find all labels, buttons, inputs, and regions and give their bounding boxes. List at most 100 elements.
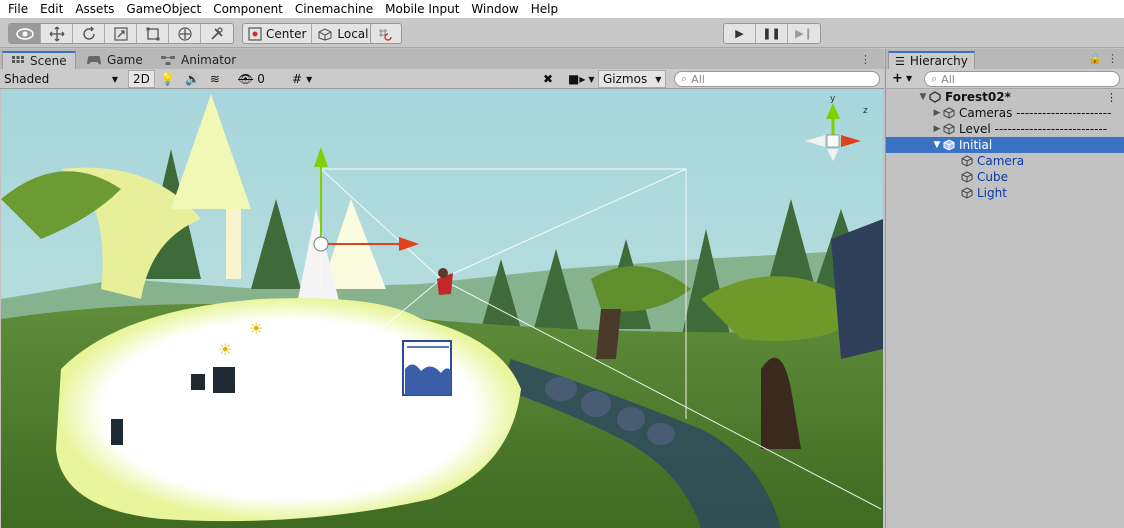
svg-text:☀: ☀ [218, 340, 232, 359]
hierarchy-item-label: Light [977, 186, 1007, 200]
effects-toggle-icon[interactable]: ≋ [210, 72, 220, 86]
prefab-icon [942, 138, 956, 152]
rect-tool-button[interactable] [137, 24, 169, 43]
menu-cinemachine[interactable]: Cinemachine [289, 0, 379, 18]
rotate-tool-button[interactable] [73, 24, 105, 43]
pause-icon: ❚❚ [762, 27, 781, 40]
camera-icon: ■▸ [568, 72, 586, 86]
move-icon [49, 26, 64, 41]
lock-icon[interactable]: 🔒 [1088, 52, 1102, 65]
wrench-icon [211, 26, 223, 40]
scene-search-wrap: ⌕ All [674, 70, 880, 88]
hierarchy-search-placeholder: All [941, 72, 955, 86]
rotate-icon [82, 26, 95, 40]
local-space-icon [318, 27, 332, 41]
gameobject-icon [960, 154, 974, 168]
play-button[interactable]: ▶ [724, 24, 756, 43]
grid-snap-button[interactable] [371, 24, 401, 43]
pivot-mode-label: Center [266, 26, 307, 41]
hierarchy-tab-strip: ☰ Hierarchy 🔒 ⋮ [886, 49, 1124, 69]
expand-arrow-icon[interactable]: ▼ [932, 140, 942, 150]
custom-tool-button[interactable] [201, 24, 233, 43]
gameobject-icon [960, 170, 974, 184]
hierarchy-toolbar: + ▼ ⌕ All [886, 69, 1124, 89]
hierarchy-item-label: Cube [977, 170, 1008, 184]
mode-2d-toggle[interactable]: 2D [128, 70, 155, 88]
pivot-rotation-button[interactable]: Local [312, 24, 373, 43]
pivot-mode-button[interactable]: Center [243, 24, 313, 43]
hidden-objects-toggle[interactable]: 👁 0 [238, 70, 265, 88]
hierarchy-row-level[interactable]: ▶ Level -------------------------- [886, 121, 1124, 137]
collapse-arrow-icon[interactable]: ▶ [932, 124, 942, 134]
expand-arrow-icon[interactable]: ▼ [918, 92, 928, 102]
gameobject-icon [942, 106, 956, 120]
scene-menu-icon[interactable]: ⋮ [1106, 91, 1117, 104]
rect-icon [146, 27, 159, 40]
hidden-eye-icon: 👁 [238, 72, 254, 86]
gameobject-icon [960, 186, 974, 200]
shading-mode-dropdown[interactable]: Shaded ▼ [4, 70, 122, 88]
tab-animator-label: Animator [181, 53, 237, 67]
step-icon: ▶❙ [795, 27, 813, 40]
hierarchy-row-initial[interactable]: ▼ Initial [886, 137, 1124, 153]
eye-icon [15, 27, 34, 40]
search-icon: ⌕ [931, 72, 938, 85]
snap-group [370, 23, 402, 44]
audio-toggle-icon[interactable]: 🔊 [185, 72, 200, 86]
view-tool-button[interactable] [9, 24, 41, 43]
step-button[interactable]: ▶❙ [788, 24, 820, 43]
snap-icon [379, 28, 392, 41]
hidden-count: 0 [257, 72, 265, 86]
menu-mobile-input[interactable]: Mobile Input [379, 0, 465, 18]
gizmos-dropdown[interactable]: Gizmos ▼ [598, 70, 667, 88]
game-icon [87, 56, 101, 65]
pivot-center-icon [248, 26, 262, 41]
menu-assets[interactable]: Assets [69, 0, 120, 18]
tab-scene-label: Scene [30, 54, 67, 68]
hierarchy-menu-icon[interactable]: ⋮ [1107, 52, 1118, 65]
chevron-down-icon[interactable]: ▼ [906, 74, 912, 83]
camera-settings-dropdown[interactable]: ■▸ ▼ [568, 70, 595, 88]
pause-button[interactable]: ❚❚ [756, 24, 788, 43]
scene-viewport[interactable]: ☀ ☀ y z [1, 89, 883, 528]
tab-scene[interactable]: Scene [2, 51, 76, 69]
collapse-arrow-icon[interactable]: ▶ [932, 108, 942, 118]
hierarchy-row-camera[interactable]: Camera [886, 153, 1124, 169]
chevron-down-icon: ▼ [588, 74, 595, 84]
tab-hierarchy[interactable]: ☰ Hierarchy [888, 51, 975, 69]
menu-help[interactable]: Help [525, 0, 564, 18]
scale-tool-button[interactable] [105, 24, 137, 43]
scene-search-placeholder: All [691, 72, 705, 86]
menu-file[interactable]: File [2, 0, 34, 18]
move-tool-button[interactable] [41, 24, 73, 43]
tools-icon[interactable]: ✖ [543, 70, 553, 88]
scene-search-input[interactable]: ⌕ All [674, 71, 880, 87]
cube-gizmo [402, 340, 452, 396]
hierarchy-row-cameras[interactable]: ▶ Cameras ---------------------- [886, 105, 1124, 121]
grid-toggle[interactable]: # ▼ [292, 70, 312, 88]
scene-name: Forest02* [945, 90, 1011, 104]
play-controls: ▶ ❚❚ ▶❙ [723, 23, 821, 44]
menu-edit[interactable]: Edit [34, 0, 69, 18]
scene-tab-menu-icon[interactable]: ⋮ [860, 53, 871, 66]
menu-gameobject[interactable]: GameObject [120, 0, 207, 18]
scene-root-row[interactable]: ▼ Forest02* ⋮ [886, 89, 1124, 105]
tab-game[interactable]: Game [78, 51, 151, 69]
hierarchy-row-cube[interactable]: Cube [886, 169, 1124, 185]
transform-tool-button[interactable] [169, 24, 201, 43]
tab-animator[interactable]: Animator [152, 51, 244, 69]
create-add-icon[interactable]: + [892, 71, 903, 86]
menu-window[interactable]: Window [465, 0, 524, 18]
lighting-toggle-icon[interactable]: 💡 [160, 72, 175, 86]
hierarchy-search-input[interactable]: ⌕ All [924, 71, 1120, 87]
svg-text:☀: ☀ [249, 319, 263, 338]
hierarchy-row-light[interactable]: Light [886, 185, 1124, 201]
gameobject-icon [942, 122, 956, 136]
hierarchy-title: Hierarchy [909, 54, 968, 68]
unity-scene-icon [928, 90, 942, 104]
menu-component[interactable]: Component [207, 0, 289, 18]
animator-icon [161, 56, 175, 65]
scene-icon [12, 56, 24, 63]
main-toolbar: Center Local ▶ ❚❚ ▶❙ [0, 18, 1124, 48]
menu-bar: File Edit Assets GameObject Component Ci… [0, 0, 1124, 18]
